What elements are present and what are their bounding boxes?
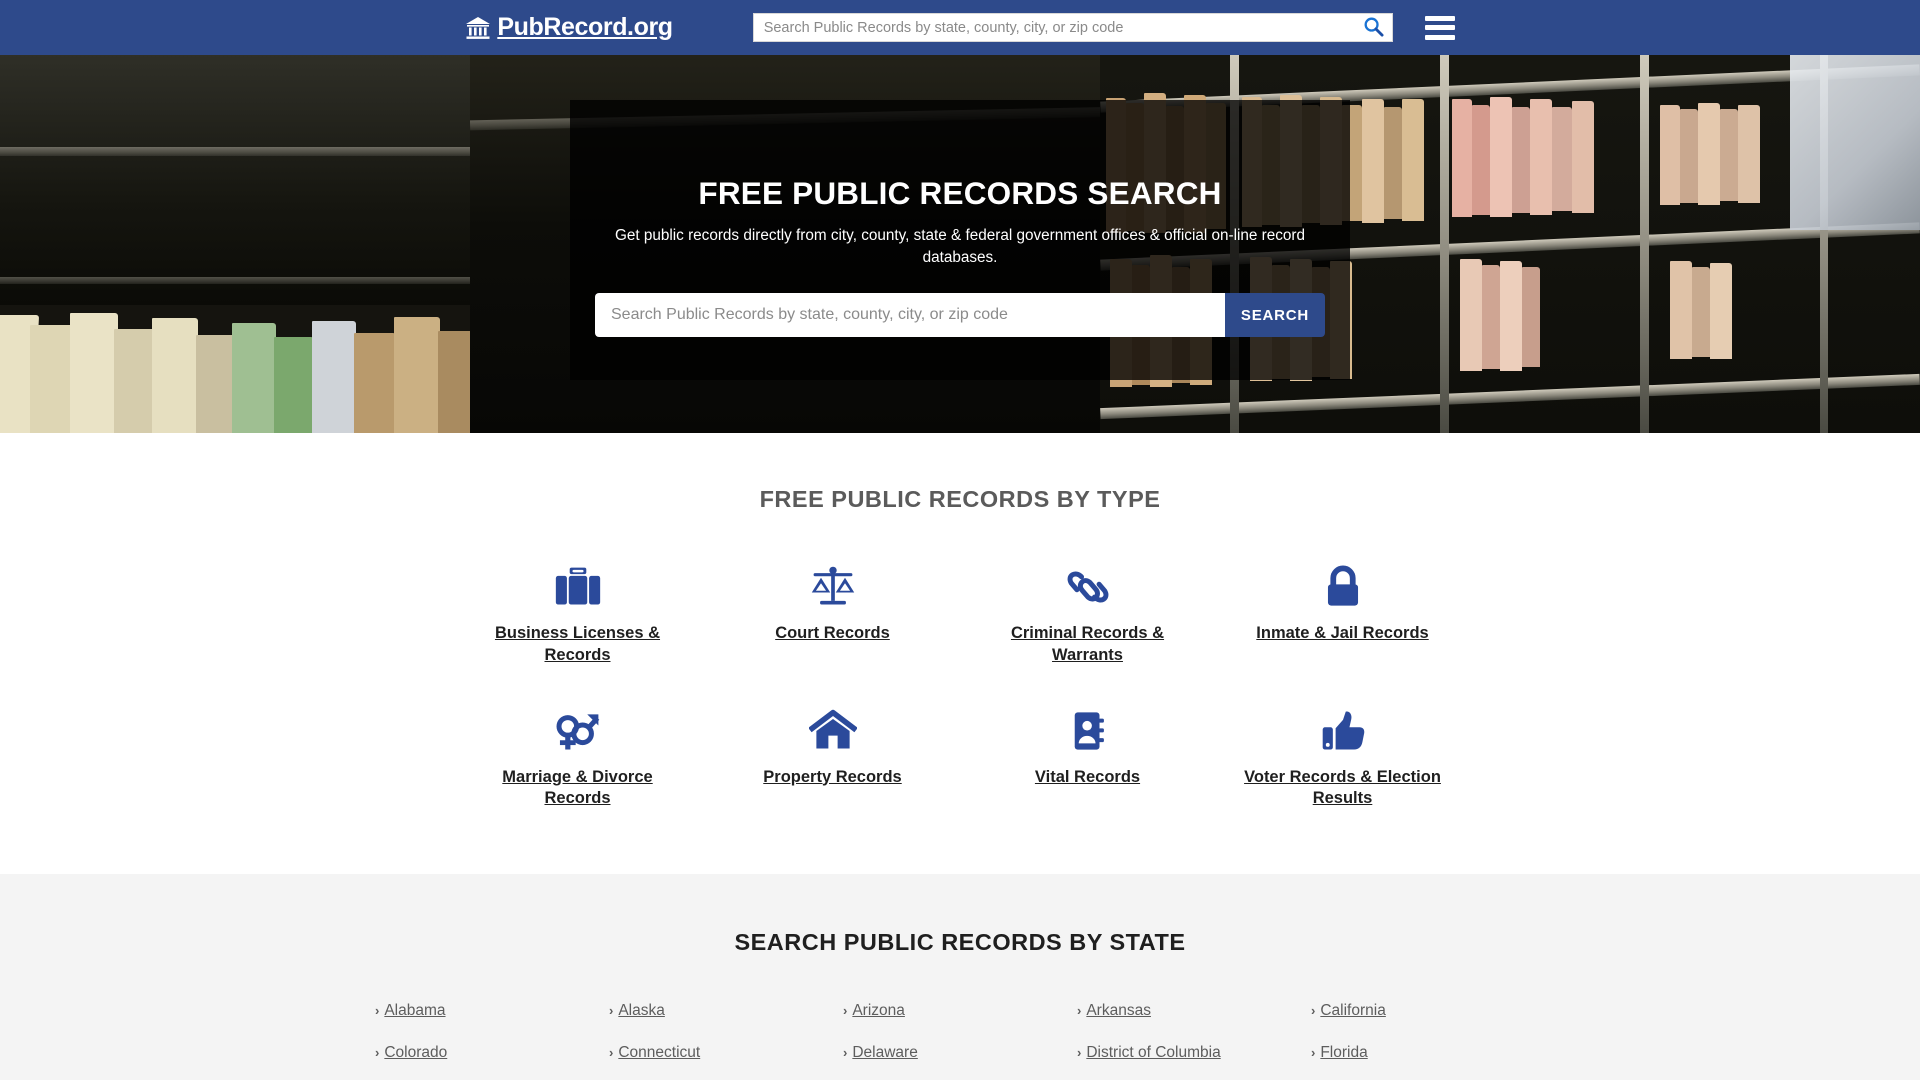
state-label: Delaware bbox=[852, 1044, 918, 1062]
record-type-label: Marriage & Divorce Records bbox=[502, 767, 653, 808]
briefcase-icon bbox=[554, 557, 602, 609]
state-label: Arizona bbox=[852, 1002, 905, 1020]
state-link-district-of-columbia[interactable]: › District of Columbia bbox=[1077, 1044, 1311, 1062]
record-type-label: Business Licenses & Records bbox=[494, 624, 661, 664]
header-search-box[interactable] bbox=[752, 13, 1393, 42]
record-type-label: Criminal Records & Warrants bbox=[1010, 624, 1165, 664]
hero-title: FREE PUBLIC RECORDS SEARCH bbox=[698, 175, 1222, 211]
state-label: Florida bbox=[1320, 1044, 1368, 1062]
hero-overlay-panel: FREE PUBLIC RECORDS SEARCH Get public re… bbox=[570, 100, 1350, 380]
chevron-right-icon: › bbox=[375, 1003, 380, 1019]
hamburger-bar-1 bbox=[1424, 15, 1455, 21]
state-label: Alaska bbox=[618, 1002, 665, 1020]
search-icon bbox=[1363, 16, 1384, 40]
record-type-vital-records[interactable]: Vital Records bbox=[960, 701, 1215, 811]
brand-logo-link[interactable]: PubRecord.org bbox=[465, 13, 673, 42]
hero-banner: FREE PUBLIC RECORDS SEARCH Get public re… bbox=[0, 55, 1920, 433]
state-link-arkansas[interactable]: › Arkansas bbox=[1077, 1002, 1311, 1020]
records-by-type-title: FREE PUBLIC RECORDS BY TYPE bbox=[759, 486, 1161, 512]
site-header: PubRecord.org bbox=[0, 0, 1920, 55]
chevron-right-icon: › bbox=[1311, 1045, 1316, 1061]
hero-search-button[interactable]: SEARCH bbox=[1225, 293, 1325, 338]
hero-search-box[interactable]: SEARCH bbox=[595, 293, 1325, 338]
chevron-right-icon: › bbox=[843, 1003, 848, 1019]
state-link-alabama[interactable]: › Alabama bbox=[375, 1002, 609, 1020]
record-type-marriage-divorce-records[interactable]: Marriage & Divorce Records bbox=[450, 701, 705, 811]
record-type-label: Property Records bbox=[763, 767, 902, 786]
chevron-right-icon: › bbox=[1077, 1003, 1082, 1019]
bank-icon bbox=[465, 16, 491, 40]
chevron-right-icon: › bbox=[609, 1045, 614, 1061]
record-type-label: Vital Records bbox=[1034, 767, 1141, 786]
records-by-state-title: SEARCH PUBLIC RECORDS BY STATE bbox=[734, 929, 1186, 956]
state-label: Colorado bbox=[384, 1044, 448, 1062]
record-type-label: Voter Records & Election Results bbox=[1244, 767, 1441, 808]
address-book-icon bbox=[1065, 701, 1111, 753]
record-type-label: Court Records bbox=[775, 624, 890, 642]
hamburger-bar-3 bbox=[1424, 34, 1455, 40]
header-search-button[interactable] bbox=[1355, 14, 1392, 41]
records-by-state-section: SEARCH PUBLIC RECORDS BY STATE › Alabama… bbox=[0, 874, 1920, 1080]
house-icon bbox=[808, 701, 857, 753]
state-link-florida[interactable]: › Florida bbox=[1311, 1044, 1545, 1062]
state-label: Arkansas bbox=[1086, 1002, 1151, 1020]
state-label: District of Columbia bbox=[1086, 1044, 1221, 1062]
records-by-type-grid: Business Licenses & Records Court Record… bbox=[450, 557, 1470, 810]
chevron-right-icon: › bbox=[609, 1003, 614, 1019]
record-type-business-licenses[interactable]: Business Licenses & Records bbox=[450, 557, 705, 667]
record-type-voter-records[interactable]: Voter Records & Election Results bbox=[1215, 701, 1470, 811]
chevron-right-icon: › bbox=[375, 1045, 380, 1061]
hero-search-input[interactable] bbox=[595, 293, 1225, 338]
chevron-right-icon: › bbox=[843, 1045, 848, 1061]
header-search-input[interactable] bbox=[753, 14, 1356, 41]
balance-scale-icon bbox=[809, 557, 857, 609]
states-grid: › Alabama › Alaska › Arizona › Arkansas … bbox=[375, 1002, 1545, 1080]
state-label: Connecticut bbox=[618, 1044, 701, 1062]
state-label: California bbox=[1320, 1002, 1386, 1020]
record-type-property-records[interactable]: Property Records bbox=[705, 701, 960, 811]
state-link-colorado[interactable]: › Colorado bbox=[375, 1044, 609, 1062]
record-type-criminal-records[interactable]: Criminal Records & Warrants bbox=[960, 557, 1215, 667]
venus-mars-icon bbox=[553, 701, 603, 753]
record-type-label: Inmate & Jail Records bbox=[1256, 624, 1429, 642]
chevron-right-icon: › bbox=[1311, 1003, 1316, 1019]
hamburger-bar-2 bbox=[1424, 25, 1455, 30]
chevron-right-icon: › bbox=[1077, 1045, 1082, 1061]
thumbs-up-icon bbox=[1319, 701, 1367, 753]
state-link-arizona[interactable]: › Arizona bbox=[843, 1002, 1077, 1020]
lock-icon bbox=[1320, 557, 1366, 609]
chain-link-icon bbox=[1064, 557, 1112, 609]
state-link-connecticut[interactable]: › Connecticut bbox=[609, 1044, 843, 1062]
state-link-california[interactable]: › California bbox=[1311, 1002, 1545, 1020]
hero-subtitle: Get public records directly from city, c… bbox=[614, 227, 1306, 266]
records-by-type-section: FREE PUBLIC RECORDS BY TYPE Business Lic… bbox=[0, 433, 1920, 875]
record-type-court-records[interactable]: Court Records bbox=[705, 557, 960, 667]
state-link-alaska[interactable]: › Alaska bbox=[609, 1002, 843, 1020]
record-type-inmate-jail-records[interactable]: Inmate & Jail Records bbox=[1215, 557, 1470, 667]
state-label: Alabama bbox=[384, 1002, 446, 1020]
hamburger-menu-icon[interactable] bbox=[1424, 15, 1455, 40]
brand-name: PubRecord.org bbox=[497, 13, 673, 41]
state-link-delaware[interactable]: › Delaware bbox=[843, 1044, 1077, 1062]
